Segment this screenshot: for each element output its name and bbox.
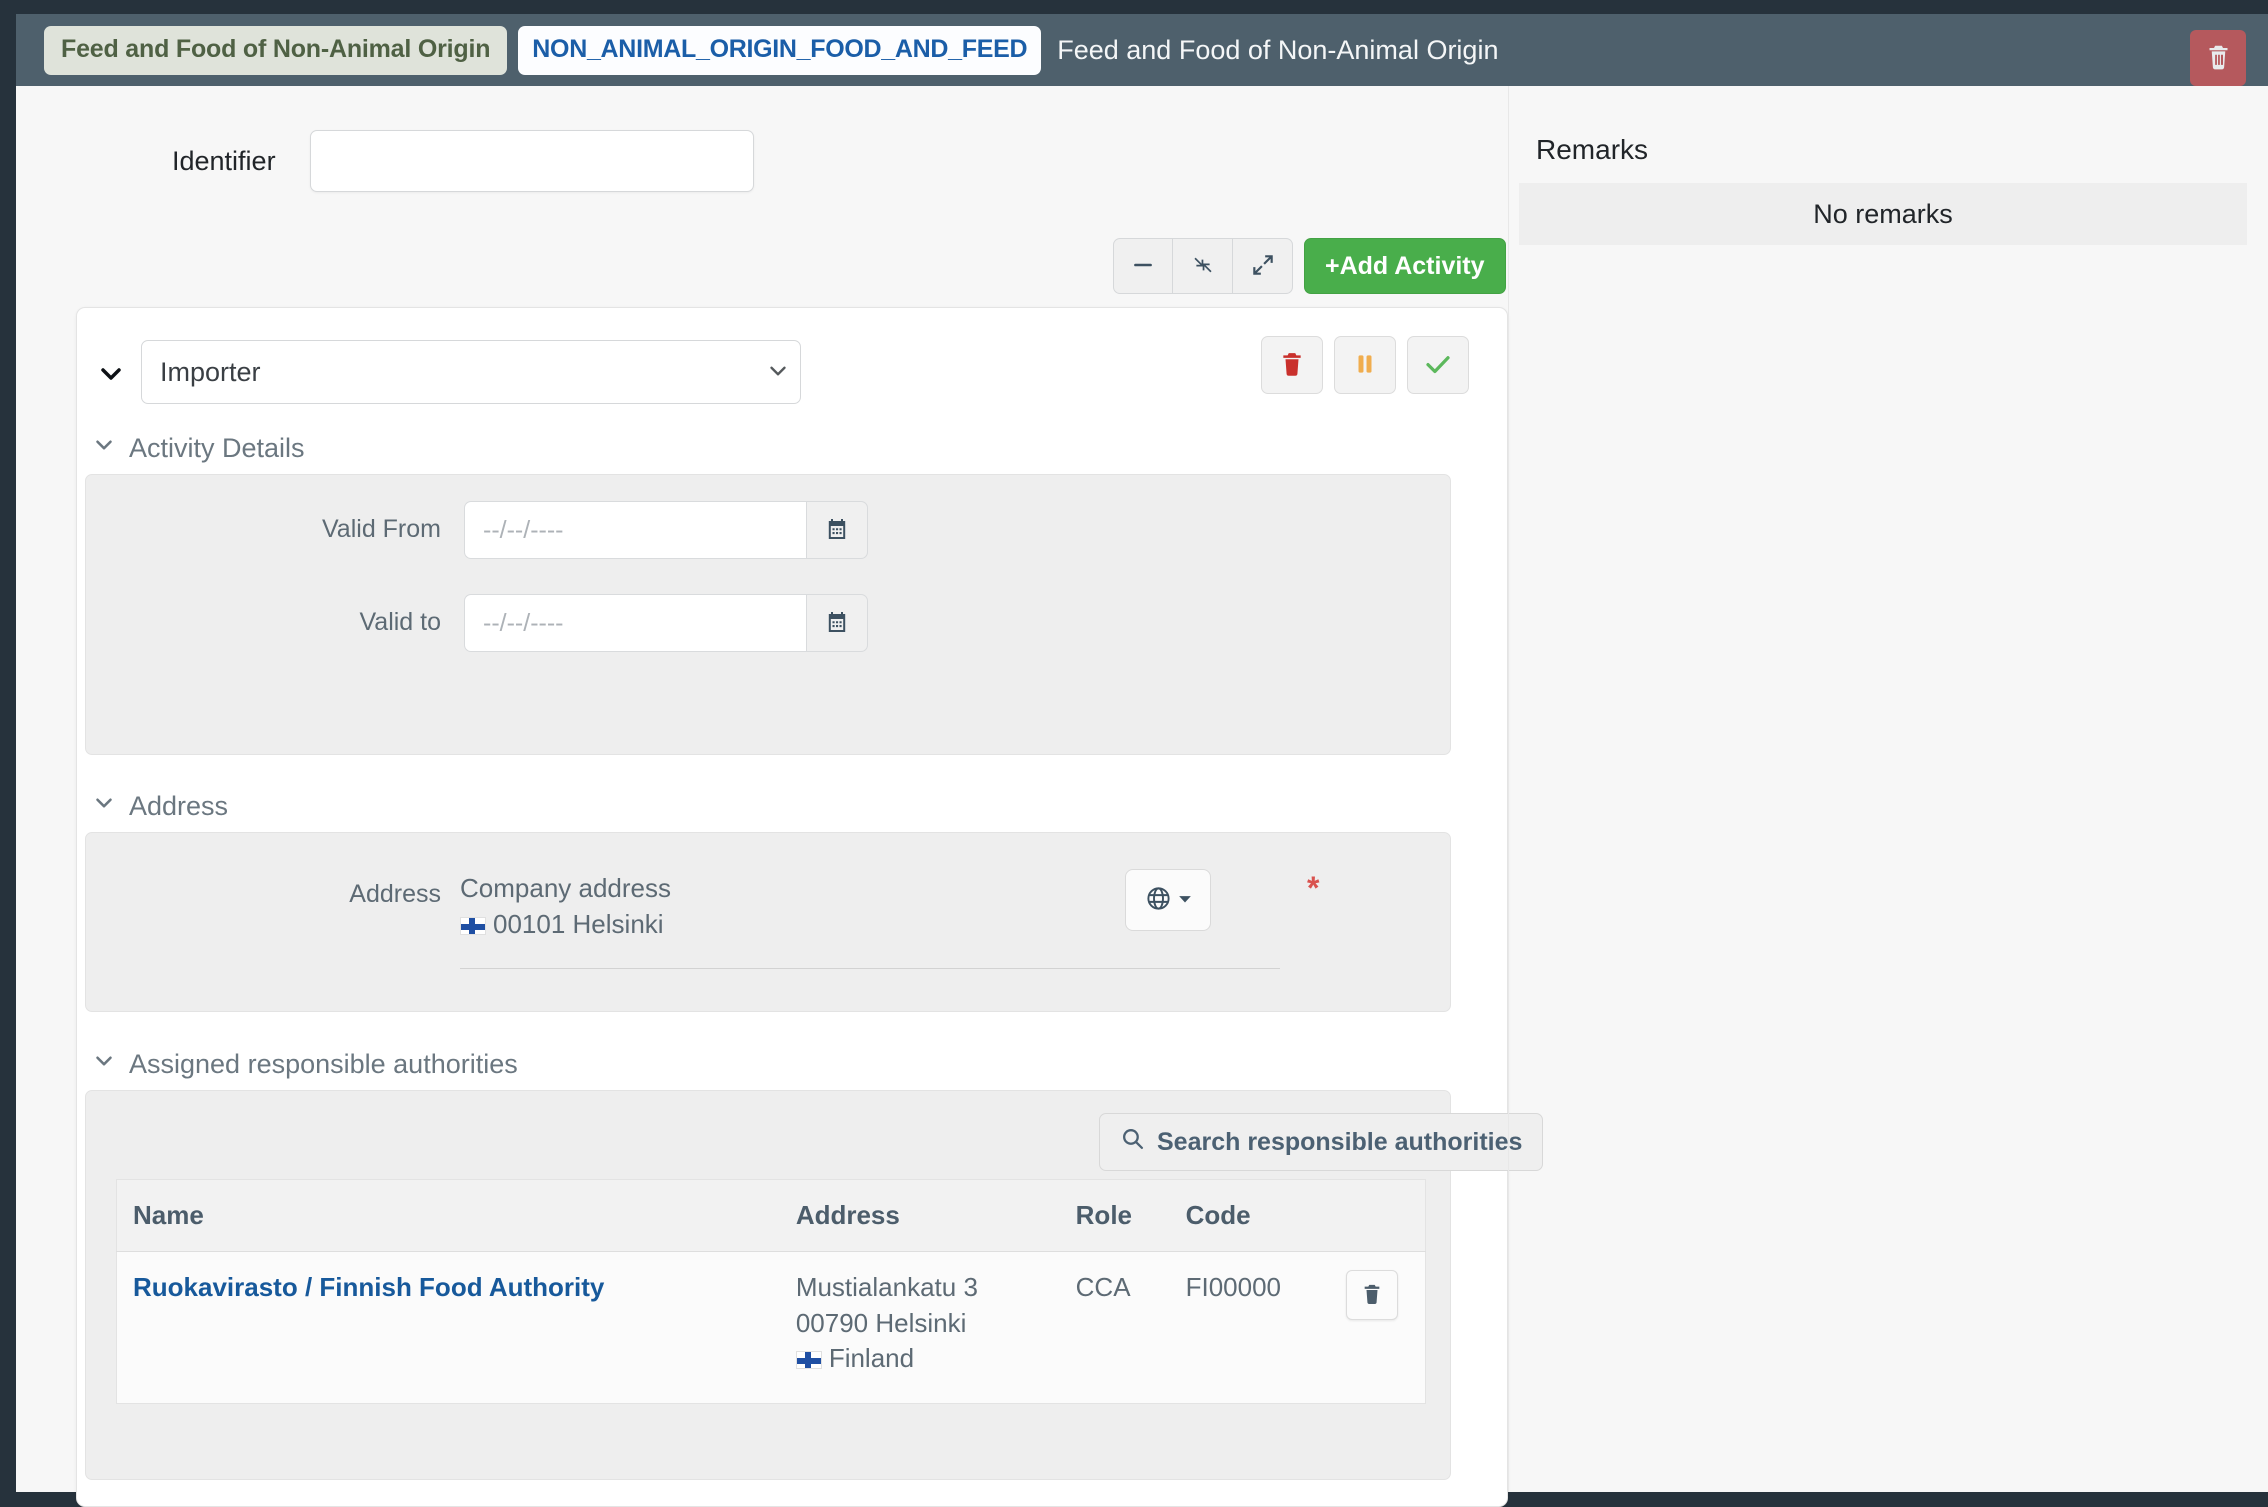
valid-to-label: Valid to: [359, 608, 441, 636]
authority-address-line-2: 00790 Helsinki: [795, 1307, 967, 1338]
authority-name-link[interactable]: Ruokavirasto / Finnish Food Authority: [133, 1272, 604, 1302]
globe-icon: [1145, 885, 1172, 915]
compress-arrows-icon: [1190, 252, 1216, 281]
chevron-down-icon: [91, 432, 117, 465]
authorities-panel: Search responsible authorities Name Addr…: [85, 1090, 1544, 1480]
finland-flag-icon: [795, 1351, 822, 1370]
valid-from-label: Valid From: [321, 515, 441, 543]
identifier-input[interactable]: [310, 130, 754, 192]
activity-code-badge: NON_ANIMAL_ORIGIN_FOOD_AND_FEED: [518, 25, 1042, 75]
search-responsible-authorities-button[interactable]: Search responsible authorities: [1099, 1113, 1544, 1171]
header-bar: Feed and Food of Non-Animal Origin NON_A…: [16, 14, 2268, 86]
trash-icon: [1361, 1282, 1383, 1309]
cell-authority-role: CCA: [1075, 1272, 1131, 1302]
authorities-section-header[interactable]: Assigned responsible authorities: [91, 1048, 518, 1081]
address-line-2: 00101 Helsinki: [460, 907, 671, 943]
responsible-authorities-table: Name Address Role Code Ruokavirasto / Fi…: [116, 1179, 1426, 1404]
authority-address-country: Finland: [795, 1341, 1066, 1377]
application-window: Feed and Food of Non-Animal Origin NON_A…: [0, 0, 2268, 1507]
table-header-row: Name Address Role Code: [116, 1179, 1426, 1252]
add-activity-button[interactable]: +Add Activity: [1304, 238, 1506, 294]
activity-type-badge: Feed and Food of Non-Animal Origin: [44, 25, 508, 75]
calendar-icon: [825, 517, 849, 544]
cell-authority-address: Mustialankatu 3 00790 Helsinki Finland: [795, 1252, 1076, 1404]
column-header-actions: [1345, 1179, 1426, 1252]
remarks-empty-state: No remarks: [1519, 183, 2247, 245]
content-area: Identifier +Add Activity Importer Activi…: [16, 86, 2268, 1507]
address-field-underline: [460, 968, 1280, 969]
chevron-down-icon: [91, 790, 117, 823]
activity-details-section-header[interactable]: Activity Details: [91, 432, 305, 465]
search-responsible-authorities-label: Search responsible authorities: [1157, 1127, 1523, 1156]
address-language-dropdown-button[interactable]: [1125, 869, 1211, 931]
identifier-row: Identifier: [16, 130, 1508, 220]
expand-arrows-icon: [1250, 252, 1276, 281]
valid-from-input[interactable]: [464, 501, 806, 559]
chevron-down-icon: [1178, 892, 1192, 909]
column-header-address: Address: [795, 1179, 1076, 1252]
check-icon: [1423, 349, 1453, 382]
activity-details-title: Activity Details: [129, 433, 305, 463]
cell-authority-code: FI00000: [1185, 1272, 1281, 1302]
activity-action-buttons: [1261, 336, 1469, 394]
compress-view-button[interactable]: [1173, 238, 1233, 294]
authorities-section-title: Assigned responsible authorities: [129, 1049, 518, 1079]
view-toolbar: [1113, 238, 1293, 294]
address-section-title: Address: [129, 791, 229, 821]
expand-view-button[interactable]: [1233, 238, 1293, 294]
cell-authority-actions: [1345, 1252, 1426, 1404]
address-field-label: Address: [349, 880, 441, 908]
calendar-icon: [825, 610, 849, 637]
remarks-column: Remarks No remarks: [1508, 86, 2268, 1492]
trash-icon: [1279, 350, 1305, 381]
activity-column: Identifier +Add Activity Importer Activi…: [16, 86, 1544, 1507]
activity-collapse-chevron-icon[interactable]: [91, 354, 131, 394]
valid-to-calendar-button[interactable]: [806, 594, 868, 652]
cell-authority-name: Ruokavirasto / Finnish Food Authority: [117, 1252, 796, 1404]
search-icon: [1120, 1126, 1145, 1158]
valid-to-field: [464, 594, 868, 652]
address-value: Company address 00101 Helsinki: [460, 871, 671, 942]
finland-flag-icon: [460, 916, 486, 935]
activity-details-panel: Valid From Valid to: [85, 474, 1451, 755]
chevron-down-icon: [91, 1048, 117, 1081]
suspend-activity-button[interactable]: [1334, 336, 1396, 394]
trash-icon: [2205, 42, 2232, 75]
valid-to-input[interactable]: [464, 594, 806, 652]
delete-activity-header-button[interactable]: [2190, 30, 2246, 86]
activity-card: Importer Activity Details Valid From --/…: [76, 307, 1544, 1507]
table-body: Ruokavirasto / Finnish Food Authority Mu…: [117, 1252, 1426, 1404]
column-header-role: Role: [1075, 1179, 1186, 1252]
column-header-code: Code: [1185, 1179, 1346, 1252]
address-panel: Address Company address 00101 Helsinki *: [85, 832, 1451, 1012]
collapse-all-button[interactable]: [1113, 238, 1173, 294]
minus-icon: [1130, 252, 1156, 281]
page-title: Feed and Food of Non-Animal Origin: [1057, 34, 1499, 65]
delete-activity-button[interactable]: [1261, 336, 1323, 394]
table-head: Name Address Role Code: [116, 1179, 1426, 1252]
remove-authority-button[interactable]: [1345, 1270, 1398, 1320]
valid-from-calendar-button[interactable]: [806, 501, 868, 559]
activity-role-select[interactable]: Importer: [141, 340, 801, 404]
table-row: Ruokavirasto / Finnish Food Authority Mu…: [117, 1252, 1426, 1404]
valid-from-field: [464, 501, 868, 559]
identifier-label: Identifier: [172, 146, 276, 176]
address-section-header[interactable]: Address: [91, 790, 228, 823]
address-line-1: Company address: [460, 873, 671, 903]
authority-address-line-1: Mustialankatu 3: [795, 1272, 978, 1302]
validate-activity-button[interactable]: [1407, 336, 1469, 394]
address-required-marker: *: [1307, 870, 1320, 906]
remarks-title: Remarks: [1536, 134, 1649, 165]
column-header-name: Name: [116, 1179, 796, 1252]
pause-icon: [1352, 350, 1378, 381]
